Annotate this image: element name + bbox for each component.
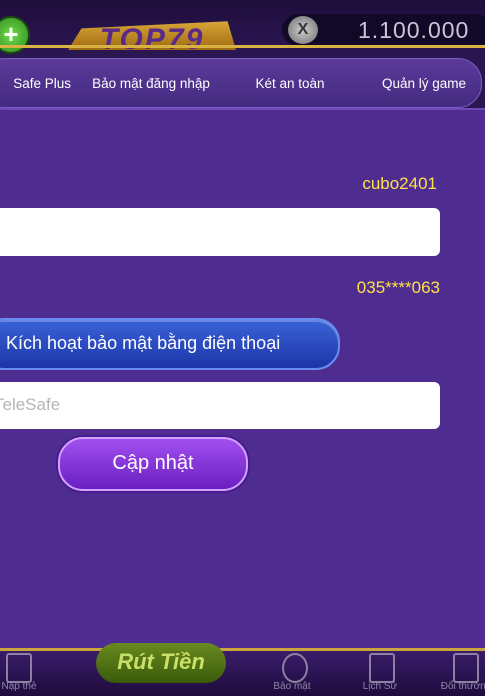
activate-phone-security-button[interactable]: Kích hoạt bảo mật bằng điện thoại: [0, 318, 340, 370]
tab-game-management[interactable]: Quản lý game: [363, 59, 485, 107]
reward-icon: [453, 653, 479, 683]
tab-label: Quản lý game: [381, 75, 467, 91]
security-tabs: Safe Plus Bảo mật đăng nhập Két an toàn …: [0, 58, 482, 108]
tab-safe-plus[interactable]: Safe Plus: [0, 59, 71, 107]
telesafe-input[interactable]: TeleSafe: [0, 382, 440, 429]
header-divider: [0, 45, 485, 48]
username-value: cubo2401: [362, 174, 437, 193]
withdraw-promo-button[interactable]: Rút Tiền: [96, 643, 226, 683]
balance-display: X 1.100.000: [282, 14, 485, 46]
tab-label: Safe Plus: [13, 75, 71, 91]
telesafe-placeholder: TeleSafe: [0, 395, 61, 414]
tab-label: Bảo mật đăng nhập: [92, 75, 210, 91]
tab-login-security[interactable]: Bảo mật đăng nhập: [89, 59, 213, 107]
activate-label: Kích hoạt bảo mật bằng điện thoại: [6, 333, 281, 353]
phone-value: 035****063: [356, 278, 440, 297]
nav-item-history[interactable]: Lịch Sử: [350, 681, 410, 692]
shield-icon: [282, 653, 308, 683]
nav-item-rewards[interactable]: Đổi thưởng: [436, 681, 485, 692]
top-bar: + TOP79 X 1.100.000: [0, 0, 485, 54]
balance-value: 1.100.000: [358, 17, 470, 43]
logo-text: TOP79: [99, 23, 205, 56]
add-coins-button[interactable]: +: [0, 16, 30, 54]
coin-icon: X: [288, 16, 318, 44]
nav-item-security[interactable]: Bảo mật: [262, 681, 322, 692]
card-icon: [6, 653, 32, 683]
tab-safe-box[interactable]: Két an toàn: [235, 59, 345, 107]
update-button[interactable]: Cập nhật: [58, 437, 248, 491]
bottom-nav: Nạp thẻ Bảo mật Lịch Sử Đổi thưởng: [0, 648, 485, 696]
tab-label: Két an toàn: [255, 75, 325, 91]
history-icon: [369, 653, 395, 683]
account-input[interactable]: [0, 208, 440, 256]
update-label: Cập nhật: [112, 452, 194, 474]
nav-item-topup[interactable]: Nạp thẻ: [0, 681, 44, 692]
